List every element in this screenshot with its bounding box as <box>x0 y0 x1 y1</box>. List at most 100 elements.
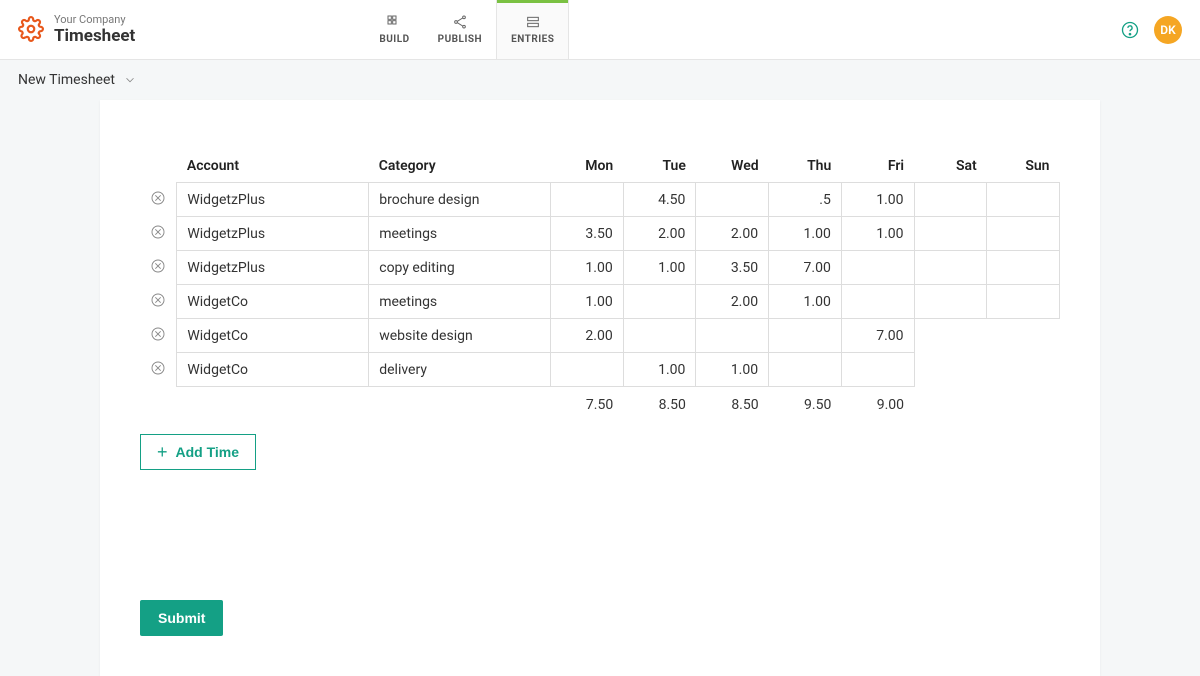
tab-publish[interactable]: PUBLISH <box>424 0 496 59</box>
cell-wed[interactable]: 2.00 <box>696 285 769 319</box>
total-tue: 8.50 <box>623 387 696 421</box>
chevron-down-icon[interactable] <box>123 73 137 87</box>
cell-mon[interactable]: 3.50 <box>551 217 624 251</box>
topbar: Your Company Timesheet BUILD PUBLISH ENT… <box>0 0 1200 60</box>
cell-wed[interactable]: 3.50 <box>696 251 769 285</box>
delete-row-icon[interactable] <box>150 224 166 240</box>
form-selector[interactable]: New Timesheet <box>18 72 115 88</box>
cell-account[interactable]: WidgetCo <box>177 319 369 353</box>
table-row: WidgetzPluscopy editing1.001.003.507.00 <box>140 251 1060 285</box>
avatar-initials: DK <box>1160 23 1175 37</box>
add-time-label: Add Time <box>176 444 240 460</box>
cell-sun[interactable] <box>987 251 1060 285</box>
cell-tue[interactable]: 1.00 <box>623 251 696 285</box>
total-mon: 7.50 <box>551 387 624 421</box>
table-row: WidgetCodelivery 1.001.00 <box>140 353 1060 387</box>
table-row: WidgetzPlusmeetings3.502.002.001.001.00 <box>140 217 1060 251</box>
cell-account[interactable]: WidgetCo <box>177 353 369 387</box>
cell-account[interactable]: WidgetCo <box>177 285 369 319</box>
cell-tue[interactable]: 4.50 <box>623 183 696 217</box>
plus-icon: + <box>157 443 168 461</box>
col-wed: Wed <box>696 150 769 183</box>
table-row: WidgetComeetings1.002.001.00 <box>140 285 1060 319</box>
cell-sun[interactable] <box>987 183 1060 217</box>
cell-fri[interactable]: 1.00 <box>841 183 914 217</box>
cell-sat[interactable] <box>914 183 987 217</box>
cell-wed[interactable] <box>696 319 769 353</box>
col-thu: Thu <box>769 150 842 183</box>
cell-mon[interactable]: 1.00 <box>551 251 624 285</box>
tab-publish-label: PUBLISH <box>438 34 482 45</box>
cell-category[interactable]: meetings <box>369 285 551 319</box>
submit-button[interactable]: Submit <box>140 600 223 636</box>
table-row: WidgetCowebsite design2.00 7.00 <box>140 319 1060 353</box>
tab-build[interactable]: BUILD <box>365 0 423 59</box>
total-thu: 9.50 <box>769 387 842 421</box>
delete-row-icon[interactable] <box>150 360 166 376</box>
total-sat <box>914 387 987 421</box>
cell-sun <box>987 319 1060 353</box>
form-canvas: Account Category Mon Tue Wed Thu Fri Sat… <box>100 100 1100 676</box>
avatar[interactable]: DK <box>1154 16 1182 44</box>
cell-thu[interactable]: 7.00 <box>769 251 842 285</box>
add-time-button[interactable]: + Add Time <box>140 434 256 470</box>
delete-row-icon[interactable] <box>150 292 166 308</box>
cell-thu[interactable] <box>769 353 842 387</box>
cell-account[interactable]: WidgetzPlus <box>177 251 369 285</box>
cell-mon[interactable]: 2.00 <box>551 319 624 353</box>
cell-mon[interactable] <box>551 183 624 217</box>
cell-fri[interactable]: 1.00 <box>841 217 914 251</box>
cell-wed[interactable]: 1.00 <box>696 353 769 387</box>
cell-category[interactable]: brochure design <box>369 183 551 217</box>
cell-sat <box>914 319 987 353</box>
cell-account[interactable]: WidgetzPlus <box>177 217 369 251</box>
cell-category[interactable]: meetings <box>369 217 551 251</box>
cell-sat[interactable] <box>914 251 987 285</box>
cell-sun[interactable] <box>987 217 1060 251</box>
delete-row-icon[interactable] <box>150 326 166 342</box>
col-fri: Fri <box>841 150 914 183</box>
cell-wed[interactable]: 2.00 <box>696 217 769 251</box>
table-row: WidgetzPlusbrochure design 4.50 .51.00 <box>140 183 1060 217</box>
cell-fri[interactable] <box>841 285 914 319</box>
subbar: New Timesheet <box>0 60 1200 100</box>
cell-fri[interactable] <box>841 353 914 387</box>
tab-entries[interactable]: ENTRIES <box>496 0 569 59</box>
cell-tue[interactable] <box>623 285 696 319</box>
cell-tue[interactable]: 2.00 <box>623 217 696 251</box>
col-sun: Sun <box>987 150 1060 183</box>
cell-sat[interactable] <box>914 217 987 251</box>
cell-mon[interactable] <box>551 353 624 387</box>
help-icon[interactable] <box>1120 20 1140 40</box>
col-category: Category <box>369 150 551 183</box>
cell-tue[interactable]: 1.00 <box>623 353 696 387</box>
topnav: BUILD PUBLISH ENTRIES <box>365 0 569 59</box>
cell-sun[interactable] <box>987 285 1060 319</box>
cell-category[interactable]: website design <box>369 319 551 353</box>
cell-account[interactable]: WidgetzPlus <box>177 183 369 217</box>
cell-thu[interactable]: .5 <box>769 183 842 217</box>
total-sun <box>987 387 1060 421</box>
entries-icon <box>525 14 541 30</box>
cell-wed[interactable] <box>696 183 769 217</box>
cell-sun <box>987 353 1060 387</box>
cell-thu[interactable]: 1.00 <box>769 217 842 251</box>
col-sat: Sat <box>914 150 987 183</box>
timesheet-table: Account Category Mon Tue Wed Thu Fri Sat… <box>140 150 1060 420</box>
table-header-row: Account Category Mon Tue Wed Thu Fri Sat… <box>140 150 1060 183</box>
cell-tue[interactable] <box>623 319 696 353</box>
col-account: Account <box>177 150 369 183</box>
cell-fri[interactable] <box>841 251 914 285</box>
cell-category[interactable]: copy editing <box>369 251 551 285</box>
delete-row-icon[interactable] <box>150 258 166 274</box>
cell-thu[interactable]: 1.00 <box>769 285 842 319</box>
delete-row-icon[interactable] <box>150 190 166 206</box>
total-fri: 9.00 <box>841 387 914 421</box>
cell-mon[interactable]: 1.00 <box>551 285 624 319</box>
cell-fri[interactable]: 7.00 <box>841 319 914 353</box>
brand-title: Timesheet <box>54 26 135 46</box>
cell-sat[interactable] <box>914 285 987 319</box>
totals-row: 7.50 8.50 8.50 9.50 9.00 <box>140 387 1060 421</box>
cell-category[interactable]: delivery <box>369 353 551 387</box>
cell-thu[interactable] <box>769 319 842 353</box>
